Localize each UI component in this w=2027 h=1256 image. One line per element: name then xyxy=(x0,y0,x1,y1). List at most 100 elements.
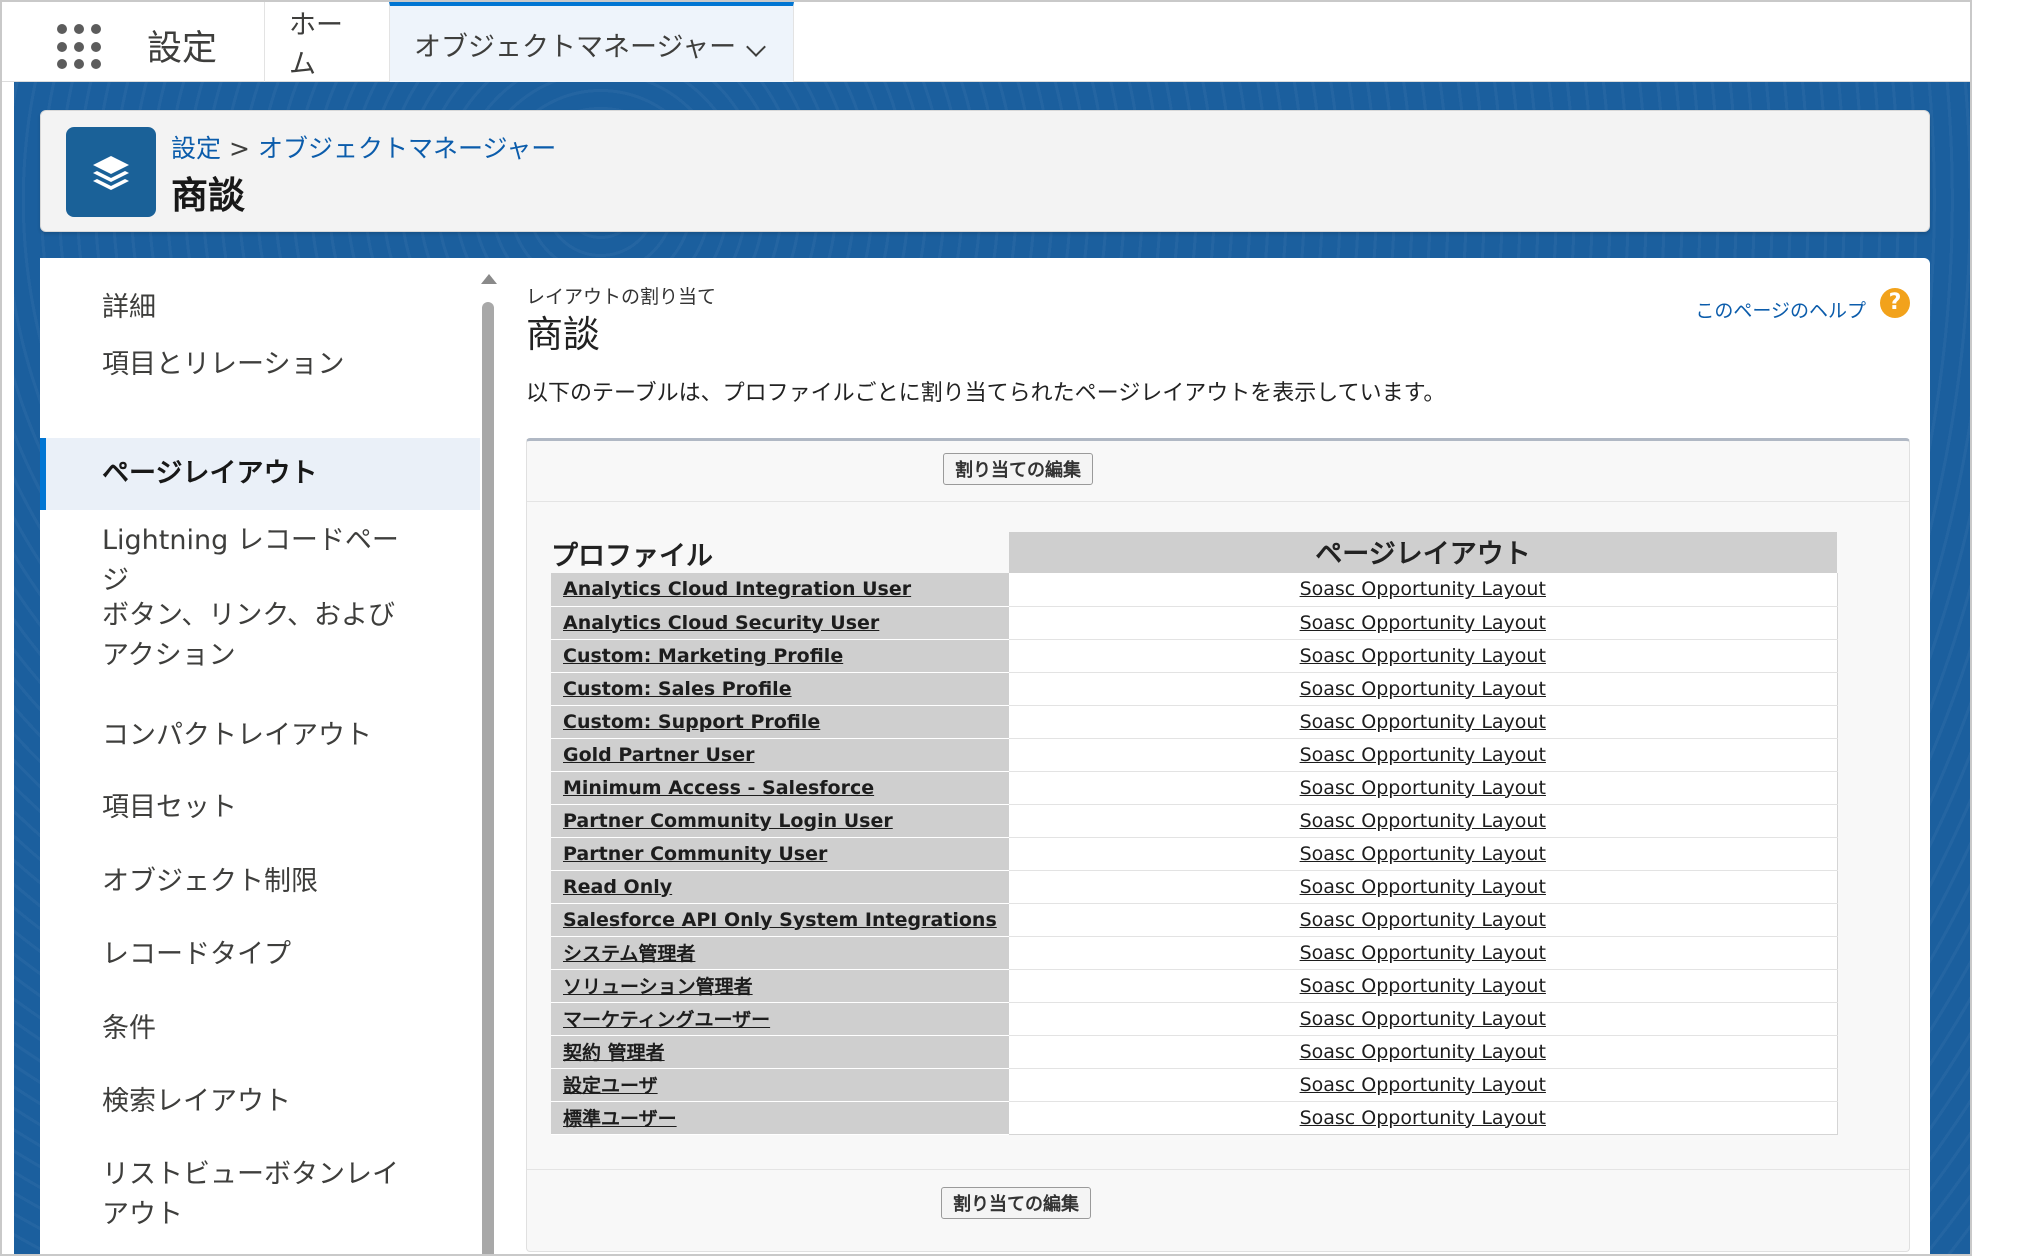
page-layout-link[interactable]: Soasc Opportunity Layout xyxy=(1300,909,1546,931)
profile-link[interactable]: Custom: Marketing Profile xyxy=(563,645,843,667)
page-layout-cell: Soasc Opportunity Layout xyxy=(1009,903,1838,937)
sidebar-item-page-layouts[interactable]: ページレイアウト xyxy=(40,438,480,510)
sidebar-item-fields-relationships[interactable]: 項目とリレーション xyxy=(40,345,480,385)
tab-object-manager[interactable]: オブジェクトマネージャー xyxy=(389,2,794,82)
sidebar-item-list-view-button-layout[interactable]: リストビューボタンレイアウト xyxy=(40,1155,480,1235)
sidebar-item-lightning-record-pages[interactable]: Lightning レコードページ xyxy=(40,521,480,601)
page-header: 設定 > オブジェクトマネージャー 商談 xyxy=(40,110,1930,232)
sidebar-item-search-layouts[interactable]: 検索レイアウト xyxy=(40,1082,480,1122)
profile-cell: 標準ユーザー xyxy=(551,1101,1009,1135)
sidebar-item-conditions[interactable]: 条件 xyxy=(40,1009,480,1049)
profile-link[interactable]: Partner Community Login User xyxy=(563,810,893,832)
sidebar-item-details[interactable]: 詳細 xyxy=(40,288,480,328)
page-layout-link[interactable]: Soasc Opportunity Layout xyxy=(1300,810,1546,832)
profile-link[interactable]: 設定ユーザ xyxy=(563,1075,658,1097)
page-layout-link[interactable]: Soasc Opportunity Layout xyxy=(1300,777,1546,799)
chevron-down-icon[interactable] xyxy=(746,37,766,57)
page-layout-link[interactable]: Soasc Opportunity Layout xyxy=(1300,1008,1546,1030)
tab-home[interactable]: ホーム xyxy=(264,2,389,82)
profile-link[interactable]: マーケティングユーザー xyxy=(563,1009,770,1031)
profile-link[interactable]: Minimum Access - Salesforce xyxy=(563,777,874,799)
sidebar-item-object-limits[interactable]: オブジェクト制限 xyxy=(40,862,480,902)
profile-link[interactable]: Partner Community User xyxy=(563,843,827,865)
breadcrumb-object-manager[interactable]: オブジェクトマネージャー xyxy=(258,134,556,163)
page-layout-cell: Soasc Opportunity Layout xyxy=(1009,1035,1838,1069)
edit-assignment-button-bottom[interactable]: 割り当ての編集 xyxy=(941,1187,1091,1219)
profile-cell: 契約 管理者 xyxy=(551,1035,1009,1069)
page-layout-cell: Soasc Opportunity Layout xyxy=(1009,672,1838,706)
profile-cell: Salesforce API Only System Integrations xyxy=(551,903,1009,937)
page-layout-cell: Soasc Opportunity Layout xyxy=(1009,837,1838,871)
table-row: Minimum Access - Salesforce Soasc Opportu… xyxy=(551,771,1838,805)
table-row: Read Only Soasc Opportunity Layout xyxy=(551,870,1838,904)
page-layout-link[interactable]: Soasc Opportunity Layout xyxy=(1300,975,1546,997)
table-row: マーケティングユーザー Soasc Opportunity Layout xyxy=(551,1002,1838,1036)
help-link[interactable]: このページのヘルプ xyxy=(1695,296,1866,323)
object-sidebar: 詳細 項目とリレーション ページレイアウト Lightning レコードページ … xyxy=(40,258,480,1254)
page-layout-link[interactable]: Soasc Opportunity Layout xyxy=(1300,645,1546,667)
main-content: レイアウトの割り当て 商談 このページのヘルプ ? 以下のテーブルは、プロファイ… xyxy=(518,258,1918,1254)
table-row: Analytics Cloud Integration User Soasc Op… xyxy=(551,573,1838,607)
breadcrumb: 設定 > オブジェクトマネージャー xyxy=(171,129,556,165)
page-layout-link[interactable]: Soasc Opportunity Layout xyxy=(1300,843,1546,865)
page-layout-cell: Soasc Opportunity Layout xyxy=(1009,771,1838,805)
page-layout-cell: Soasc Opportunity Layout xyxy=(1009,1101,1838,1135)
page-layout-cell: Soasc Opportunity Layout xyxy=(1009,573,1838,607)
sidebar-item-compact-layouts[interactable]: コンパクトレイアウト xyxy=(40,716,480,756)
page-description: 以下のテーブルは、プロファイルごとに割り当てられたページレイアウトを表示していま… xyxy=(526,381,1446,406)
page-layout-link[interactable]: Soasc Opportunity Layout xyxy=(1300,942,1546,964)
app-launcher-icon[interactable] xyxy=(57,24,103,70)
page-layout-cell: Soasc Opportunity Layout xyxy=(1009,969,1838,1003)
page-layout-link[interactable]: Soasc Opportunity Layout xyxy=(1300,876,1546,898)
sidebar-scroll-thumb[interactable] xyxy=(482,302,494,1254)
table-row: 標準ユーザー Soasc Opportunity Layout xyxy=(551,1101,1838,1135)
help-icon[interactable]: ? xyxy=(1880,288,1910,318)
page-layout-link[interactable]: Soasc Opportunity Layout xyxy=(1300,711,1546,733)
table-row: Custom: Sales Profile Soasc Opportunity L… xyxy=(551,672,1838,706)
table-row: Partner Community User Soasc Opportunity … xyxy=(551,837,1838,871)
column-header-profile: プロファイル xyxy=(551,541,713,572)
profile-cell: Read Only xyxy=(551,870,1009,904)
profile-link[interactable]: ソリューション管理者 xyxy=(563,976,753,998)
page-layout-link[interactable]: Soasc Opportunity Layout xyxy=(1300,1041,1546,1063)
table-row: ソリューション管理者 Soasc Opportunity Layout xyxy=(551,969,1838,1003)
profile-link[interactable]: Analytics Cloud Security User xyxy=(563,612,879,634)
profile-cell: Gold Partner User xyxy=(551,738,1009,772)
edit-assignment-button-top[interactable]: 割り当ての編集 xyxy=(943,453,1093,485)
profile-link[interactable]: Salesforce API Only System Integrations xyxy=(563,909,997,931)
profile-link[interactable]: 契約 管理者 xyxy=(563,1042,665,1064)
profile-link[interactable]: Custom: Sales Profile xyxy=(563,678,792,700)
profile-cell: Custom: Marketing Profile xyxy=(551,639,1009,673)
page-title: 商談 xyxy=(171,174,245,217)
profile-link[interactable]: システム管理者 xyxy=(563,943,695,965)
profile-cell: マーケティングユーザー xyxy=(551,1002,1009,1036)
table-row: 設定ユーザ Soasc Opportunity Layout xyxy=(551,1068,1838,1102)
body-card: 詳細 項目とリレーション ページレイアウト Lightning レコードページ … xyxy=(40,258,1930,1254)
table-row: 契約 管理者 Soasc Opportunity Layout xyxy=(551,1035,1838,1069)
profile-cell: Partner Community User xyxy=(551,837,1009,871)
page-layout-link[interactable]: Soasc Opportunity Layout xyxy=(1300,678,1546,700)
page-layout-link[interactable]: Soasc Opportunity Layout xyxy=(1300,744,1546,766)
table-row: Custom: Marketing Profile Soasc Opportuni… xyxy=(551,639,1838,673)
global-nav: 設定 ホーム オブジェクトマネージャー xyxy=(2,2,1970,82)
profile-link[interactable]: Gold Partner User xyxy=(563,744,754,766)
page-layout-link[interactable]: Soasc Opportunity Layout xyxy=(1300,1074,1546,1096)
sidebar-item-record-types[interactable]: レコードタイプ xyxy=(40,935,480,975)
scroll-up-arrow-icon[interactable] xyxy=(481,274,497,284)
layout-assignment-panel: 割り当ての編集 プロファイル ページレイアウト Analytics Cloud … xyxy=(526,438,1910,1252)
profile-link[interactable]: Read Only xyxy=(563,876,672,898)
app-window: 設定 ホーム オブジェクトマネージャー 設定 > オブジェクトマネージャー 商談 詳… xyxy=(0,0,1972,1256)
profile-link[interactable]: Analytics Cloud Integration User xyxy=(563,578,911,600)
sidebar-item-field-sets[interactable]: 項目セット xyxy=(40,788,480,828)
profile-link[interactable]: Custom: Support Profile xyxy=(563,711,820,733)
page-layout-cell: Soasc Opportunity Layout xyxy=(1009,738,1838,772)
page-layout-link[interactable]: Soasc Opportunity Layout xyxy=(1300,1107,1546,1129)
profile-cell: Analytics Cloud Security User xyxy=(551,606,1009,640)
page-layout-link[interactable]: Soasc Opportunity Layout xyxy=(1300,612,1546,634)
app-name: 設定 xyxy=(147,29,218,69)
profile-link[interactable]: 標準ユーザー xyxy=(563,1108,677,1130)
breadcrumb-setup[interactable]: 設定 xyxy=(171,134,221,163)
sidebar-item-buttons-links-actions[interactable]: ボタン、リンク、およびアクション xyxy=(40,596,480,676)
page-layout-cell: Soasc Opportunity Layout xyxy=(1009,936,1838,970)
page-layout-link[interactable]: Soasc Opportunity Layout xyxy=(1300,578,1546,600)
